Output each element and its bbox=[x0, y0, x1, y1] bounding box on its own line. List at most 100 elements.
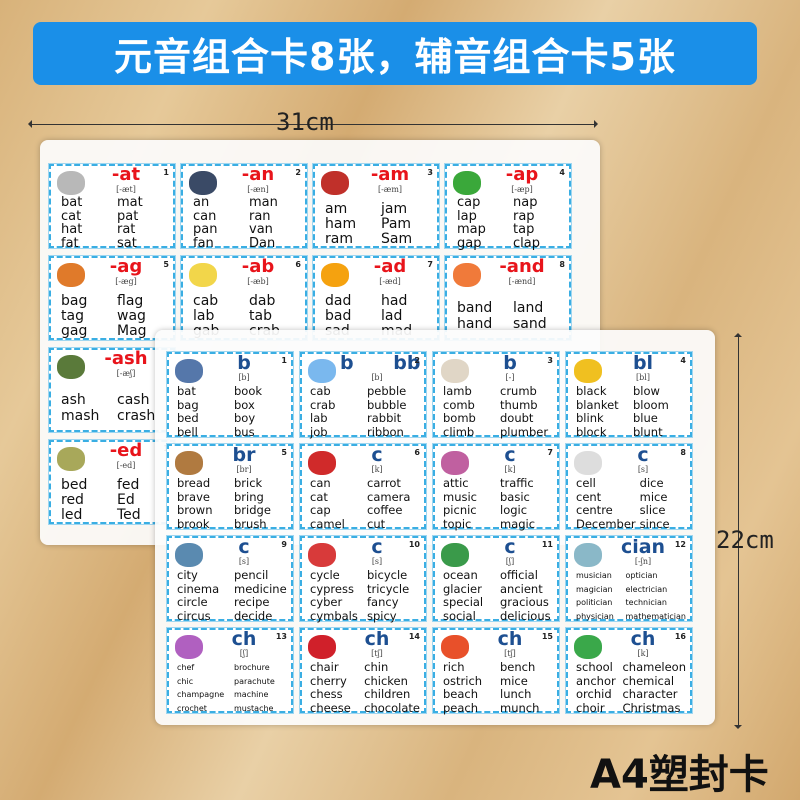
product-label: A4塑封卡 bbox=[590, 752, 769, 798]
word: mice bbox=[500, 673, 528, 688]
word: circus bbox=[177, 608, 211, 623]
word: lad bbox=[381, 308, 403, 324]
card-number: 11 bbox=[541, 540, 553, 549]
card-title: ch bbox=[630, 628, 656, 650]
word: cymbals bbox=[310, 608, 358, 623]
word: mash bbox=[61, 408, 100, 424]
word: pebble bbox=[367, 384, 407, 398]
word: gag bbox=[61, 323, 88, 339]
word: van bbox=[249, 222, 273, 237]
card-title: c bbox=[371, 536, 383, 558]
word-list: cell dice cent mice centre slice December since bbox=[576, 476, 686, 531]
card-number: 4 bbox=[559, 168, 565, 177]
card-number: 4 bbox=[680, 356, 686, 365]
word: chameleon bbox=[622, 660, 686, 674]
word: rap bbox=[513, 208, 535, 224]
taxi-icon bbox=[189, 263, 217, 287]
card-number: 9 bbox=[281, 540, 287, 549]
city-icon bbox=[175, 543, 203, 567]
word: traffic bbox=[500, 476, 534, 490]
card-phonetic: [-æd] bbox=[379, 277, 401, 286]
word: clap bbox=[513, 235, 540, 251]
card-title: b bb bbox=[340, 352, 421, 374]
word: cat bbox=[61, 208, 82, 224]
word: glacier bbox=[443, 581, 482, 596]
card-phonetic: [k] bbox=[504, 465, 516, 474]
card-phonetic: [-æt] bbox=[116, 185, 136, 194]
card-phonetic: [s] bbox=[637, 465, 649, 474]
word: blow bbox=[633, 384, 660, 398]
word: lap bbox=[457, 208, 477, 224]
phonics-card: b [-] 3 lamb crumb comb thumb bomb doubt climb plu… bbox=[432, 351, 560, 438]
word: bread bbox=[177, 476, 211, 490]
word: attic bbox=[443, 476, 469, 490]
word: chic bbox=[177, 676, 194, 686]
chameleon-icon bbox=[574, 635, 602, 659]
card-number: 3 bbox=[547, 356, 553, 365]
word: thumb bbox=[500, 397, 538, 412]
word: lab bbox=[193, 308, 215, 324]
word: politician bbox=[576, 598, 613, 607]
word: wag bbox=[117, 308, 146, 324]
word: rat bbox=[117, 222, 136, 237]
card-title: -ash bbox=[104, 348, 148, 369]
word: bag bbox=[177, 397, 199, 412]
card-title: c bbox=[238, 536, 250, 558]
card-title: -an bbox=[241, 164, 275, 185]
bed-icon bbox=[57, 447, 85, 471]
word: electrician bbox=[625, 584, 668, 594]
word: cap bbox=[457, 195, 481, 210]
phonics-card: -ag [-æg] 5 bag flag tag wag gag Mag bbox=[48, 255, 176, 341]
card-title: -am bbox=[370, 164, 410, 185]
word: blink bbox=[576, 411, 604, 425]
word: munch bbox=[500, 700, 540, 715]
word: ham bbox=[325, 216, 357, 232]
title-banner: 元音组合卡8张，辅音组合卡5张 bbox=[33, 22, 757, 85]
word: since bbox=[639, 516, 670, 531]
trash-icon bbox=[57, 355, 85, 379]
word: mat bbox=[117, 195, 143, 210]
word: city bbox=[177, 568, 198, 582]
word: boy bbox=[234, 411, 256, 425]
card-phonetic: [-æp] bbox=[511, 185, 533, 194]
word: slice bbox=[639, 503, 666, 517]
word: plumber bbox=[500, 424, 549, 439]
word: brave bbox=[177, 489, 210, 504]
word: character bbox=[622, 687, 678, 701]
word: anchor bbox=[576, 673, 616, 688]
word: cypress bbox=[310, 581, 354, 596]
card-title: c bbox=[504, 444, 516, 466]
bubbles-icon bbox=[308, 359, 336, 383]
word: ancient bbox=[500, 581, 543, 596]
music-notes-icon bbox=[441, 451, 469, 475]
card-title: -ap bbox=[505, 164, 539, 185]
word: fan bbox=[193, 235, 214, 251]
card-title: -ed bbox=[109, 440, 143, 461]
card-title: c bbox=[504, 536, 516, 558]
height-label: 22cm bbox=[716, 526, 774, 554]
word: block bbox=[576, 424, 607, 439]
word: brochure bbox=[234, 663, 270, 672]
pan-icon bbox=[189, 171, 217, 195]
word: pencil bbox=[234, 568, 269, 582]
word: Pam bbox=[381, 216, 412, 232]
phonics-card: cian [-ʃn] 12 musician optician magician elect… bbox=[565, 535, 693, 622]
word: children bbox=[364, 687, 411, 701]
card-title: -ab bbox=[241, 256, 275, 277]
word: decide bbox=[234, 608, 273, 623]
word: cycle bbox=[310, 568, 340, 582]
word: black bbox=[576, 384, 607, 398]
word: orchid bbox=[576, 687, 612, 701]
word: dab bbox=[249, 293, 276, 309]
word: camel bbox=[310, 516, 345, 531]
word: bell bbox=[177, 424, 198, 439]
word: bed bbox=[61, 477, 88, 493]
word: special bbox=[443, 595, 484, 609]
word: chin bbox=[364, 660, 389, 674]
word: music bbox=[443, 489, 478, 504]
word: rabbit bbox=[367, 411, 402, 425]
word-list: ash cash mash crash bbox=[61, 392, 169, 424]
word: doubt bbox=[500, 411, 534, 425]
word: bubble bbox=[367, 397, 407, 412]
word: cent bbox=[576, 489, 602, 504]
